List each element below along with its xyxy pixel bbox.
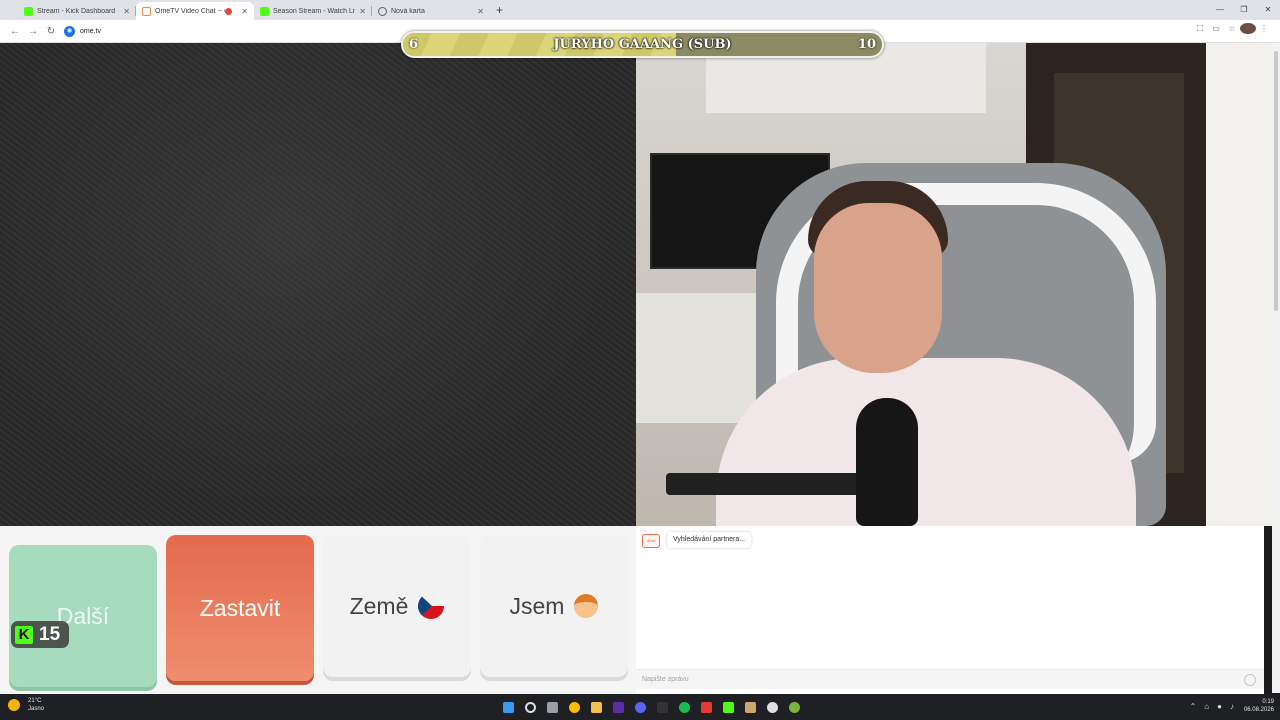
browser-tab-strip: Stream - Kick Dashboard ✕ OmeTV Video Ch… [0, 0, 1280, 20]
network-icon[interactable]: ⌂ [1204, 702, 1209, 711]
file-explorer-icon[interactable] [586, 698, 606, 716]
minimize-icon[interactable]: — [1208, 0, 1232, 20]
reload-icon[interactable]: ↻ [42, 26, 60, 37]
start-icon[interactable] [498, 698, 518, 716]
toolbar-actions: ⛶ ▭ ☆ P ⋮ [1192, 23, 1272, 34]
window-controls: — ❐ ✕ [1208, 0, 1280, 20]
kick-sub-count: 15 [39, 623, 61, 645]
chevron-up-icon[interactable]: ⌃ [1190, 702, 1197, 711]
emoji-icon[interactable] [1244, 674, 1256, 686]
ometv-icon [142, 6, 151, 16]
kick-icon [24, 6, 33, 16]
avatar[interactable]: P [1240, 23, 1256, 34]
chat-status-message: Vyhledávání partnera... [667, 532, 752, 548]
kick-icon [260, 6, 269, 16]
tab-new-tab[interactable]: Nová karta ✕ [372, 2, 490, 20]
tab-ometv[interactable]: OmeTV Video Chat -- Ome ✕ [136, 2, 254, 20]
control-panel: Další Zastavit Země Jsem [0, 526, 636, 694]
maximize-icon[interactable]: ❐ [1232, 0, 1256, 20]
app-icon[interactable] [762, 698, 782, 716]
close-tab-icon[interactable]: ✕ [477, 7, 484, 16]
recording-indicator-icon [225, 7, 233, 15]
bookmark-star-icon[interactable]: ☆ [1224, 24, 1240, 33]
app-icon[interactable] [696, 698, 716, 716]
app-icon[interactable] [652, 698, 672, 716]
gender-button[interactable]: Jsem [480, 535, 628, 677]
url-text[interactable]: ome.tv [80, 28, 101, 35]
boy-icon [574, 594, 599, 618]
sub-goal-banner: 6 JURYHO GAAANG (SUB) 10 [401, 31, 884, 58]
clock-date: 06.08.2026 [1243, 707, 1274, 713]
forward-icon[interactable]: → [24, 26, 42, 37]
self-camera-video [636, 43, 1272, 526]
weather-sun-icon [8, 699, 20, 711]
menu-icon[interactable]: ⋮ [1256, 24, 1272, 33]
site-info-icon[interactable]: ◉ [64, 25, 75, 37]
close-tab-icon[interactable]: ✕ [123, 7, 130, 16]
system-tray: ⌃ ⌂ ● ♪ 0:19 06.08.2026 [1182, 698, 1274, 714]
kick-sub-badge: K 15 [11, 621, 69, 648]
clock[interactable]: 0:19 06.08.2026 [1244, 698, 1274, 714]
app-icon[interactable] [608, 698, 628, 716]
discord-icon[interactable] [630, 698, 650, 716]
chrome-icon[interactable] [564, 698, 584, 716]
translate-icon[interactable]: ⛶ [1192, 24, 1208, 34]
tab-title: OmeTV Video Chat -- Ome [155, 7, 225, 15]
next-button[interactable]: Další [9, 545, 157, 687]
goal-title: JURYHO GAAANG (SUB) [553, 37, 732, 52]
tab-title: Nová karta [391, 7, 425, 15]
tab-season-stream[interactable]: Season Stream - Watch Live on ✕ [254, 2, 372, 20]
chat-input-placeholder: Napište zprávu [642, 676, 689, 683]
close-tab-icon[interactable]: ✕ [241, 7, 248, 16]
address-bar[interactable]: ◉ ome.tv [64, 23, 101, 39]
chat-panel: ome Vyhledávání partnera... Napište zprá… [636, 526, 1264, 694]
weather-temperature: 21°C [28, 698, 42, 704]
app-icon[interactable] [740, 698, 760, 716]
weather-widget[interactable]: 21°C Jasno [8, 697, 44, 713]
new-tab-button[interactable]: + [496, 2, 503, 20]
chat-message-input[interactable]: Napište zprávu [636, 669, 1264, 689]
cast-icon[interactable]: ▭ [1208, 24, 1224, 33]
close-window-icon[interactable]: ✕ [1256, 0, 1280, 20]
profile-initial: P [1240, 23, 1256, 34]
ometv-logo-icon: ome [642, 534, 660, 548]
back-icon[interactable]: ← [6, 26, 24, 37]
spotify-icon[interactable] [674, 698, 694, 716]
goal-target-count: 10 [857, 37, 876, 52]
tab-title: Season Stream - Watch Live on [273, 7, 355, 15]
clock-time: 0:19 [1262, 699, 1274, 705]
stop-button[interactable]: Zastavit [166, 535, 314, 681]
country-button-label: Země [349, 592, 409, 619]
stop-button-label: Zastavit [199, 594, 281, 621]
taskbar-apps [498, 698, 806, 716]
search-icon[interactable] [520, 698, 540, 716]
microphone-icon[interactable]: ● [1217, 702, 1222, 711]
kick-icon[interactable] [718, 698, 738, 716]
czech-flag-icon [418, 593, 445, 619]
gender-button-label: Jsem [509, 592, 565, 619]
stranger-video [0, 43, 636, 526]
app-icon[interactable] [784, 698, 804, 716]
globe-icon [378, 6, 387, 16]
tab-title: Stream - Kick Dashboard [37, 7, 116, 15]
volume-icon[interactable]: ♪ [1230, 702, 1234, 711]
task-view-icon[interactable] [542, 698, 562, 716]
tab-kick-dashboard[interactable]: Stream - Kick Dashboard ✕ [18, 2, 136, 20]
weather-description: Jasno [28, 706, 45, 712]
country-button[interactable]: Země [323, 535, 471, 677]
windows-taskbar: 21°C Jasno ⌃ ⌂ ● ♪ 0:19 06.08.2026 [0, 694, 1280, 720]
kick-logo-icon: K [15, 625, 33, 644]
close-tab-icon[interactable]: ✕ [359, 7, 366, 16]
page-scrollbar[interactable] [1272, 43, 1280, 693]
